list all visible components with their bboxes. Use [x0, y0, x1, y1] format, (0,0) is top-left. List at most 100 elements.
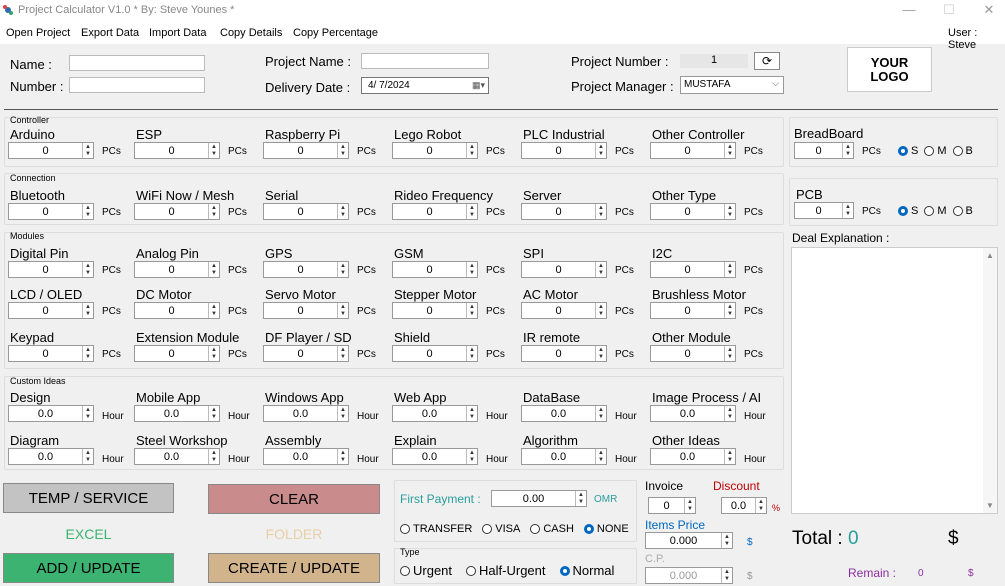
spin-arrows-icon[interactable]: ▲ ▼ [208, 262, 219, 277]
custom-r2-spinner[interactable]: 0.0 ▲ ▼ [650, 448, 736, 465]
breadboard-spinner[interactable]: 0 ▲ ▼ [794, 142, 854, 159]
modules-r2-spinner[interactable]: 0 ▲ ▼ [521, 302, 607, 319]
custom-r2-spinner[interactable]: 0.0 ▲ ▼ [521, 448, 607, 465]
menu-export-data[interactable]: Export Data [81, 27, 139, 39]
modules-r1-spinner[interactable]: 0 ▲ ▼ [650, 261, 736, 278]
modules-r2-spinner[interactable]: 0 ▲ ▼ [8, 302, 94, 319]
spin-arrows-icon[interactable]: ▲ ▼ [724, 262, 735, 277]
spin-arrows-icon[interactable]: ▲ ▼ [755, 498, 766, 513]
modules-r3-spinner[interactable]: 0 ▲ ▼ [134, 345, 220, 362]
connection-spinner[interactable]: 0 ▲ ▼ [392, 203, 478, 220]
spin-arrows-icon[interactable]: ▲ ▼ [724, 406, 735, 421]
minimize-icon[interactable]: — [899, 2, 919, 17]
first-payment-spinner[interactable]: 0.00 ▲ ▼ [491, 490, 587, 507]
radio-none[interactable]: NONE [583, 523, 629, 535]
custom-r1-spinner[interactable]: 0.0 ▲ ▼ [521, 405, 607, 422]
controller-spinner[interactable]: 0 ▲ ▼ [392, 142, 478, 159]
connection-spinner[interactable]: 0 ▲ ▼ [134, 203, 220, 220]
custom-r2-spinner[interactable]: 0.0 ▲ ▼ [392, 448, 478, 465]
custom-r2-spinner[interactable]: 0.0 ▲ ▼ [8, 448, 94, 465]
spin-arrows-icon[interactable]: ▲ ▼ [466, 204, 477, 219]
invoice-spinner[interactable]: 0 ▲ ▼ [648, 497, 696, 514]
spin-arrows-icon[interactable]: ▲ ▼ [82, 204, 93, 219]
discount-spinner[interactable]: 0.0 ▲ ▼ [721, 497, 767, 514]
modules-r3-spinner[interactable]: 0 ▲ ▼ [392, 345, 478, 362]
modules-r1-spinner[interactable]: 0 ▲ ▼ [521, 261, 607, 278]
modules-r2-spinner[interactable]: 0 ▲ ▼ [134, 302, 220, 319]
custom-r1-spinner[interactable]: 0.0 ▲ ▼ [392, 405, 478, 422]
connection-spinner[interactable]: 0 ▲ ▼ [521, 203, 607, 220]
controller-spinner[interactable]: 0 ▲ ▼ [263, 142, 349, 159]
spin-arrows-icon[interactable]: ▲ ▼ [337, 449, 348, 464]
radio-pcb-s[interactable]: S [898, 205, 918, 217]
delivery-date-picker[interactable]: 4/ 7/2024 ▦▾ [361, 77, 489, 94]
modules-r3-spinner[interactable]: 0 ▲ ▼ [650, 345, 736, 362]
spin-arrows-icon[interactable]: ▲ ▼ [721, 568, 732, 583]
create-update-button[interactable]: CREATE / UPDATE [208, 553, 380, 583]
custom-r1-spinner[interactable]: 0.0 ▲ ▼ [134, 405, 220, 422]
connection-spinner[interactable]: 0 ▲ ▼ [650, 203, 736, 220]
radio-breadboard-b[interactable]: B [952, 145, 973, 157]
spin-arrows-icon[interactable]: ▲ ▼ [721, 533, 732, 548]
spin-arrows-icon[interactable]: ▲ ▼ [337, 303, 348, 318]
refresh-icon[interactable]: ⟳ [754, 52, 780, 70]
spin-arrows-icon[interactable]: ▲ ▼ [208, 204, 219, 219]
custom-r2-spinner[interactable]: 0.0 ▲ ▼ [134, 448, 220, 465]
scrollbar[interactable]: ▲ ▼ [983, 248, 997, 513]
modules-r2-spinner[interactable]: 0 ▲ ▼ [650, 302, 736, 319]
menu-copy-details[interactable]: Copy Details [220, 27, 282, 39]
controller-spinner[interactable]: 0 ▲ ▼ [521, 142, 607, 159]
spin-arrows-icon[interactable]: ▲ ▼ [595, 303, 606, 318]
spin-arrows-icon[interactable]: ▲ ▼ [595, 143, 606, 158]
spin-arrows-icon[interactable]: ▲ ▼ [82, 262, 93, 277]
modules-r3-spinner[interactable]: 0 ▲ ▼ [8, 345, 94, 362]
menu-import-data[interactable]: Import Data [149, 27, 206, 39]
spin-arrows-icon[interactable]: ▲ ▼ [337, 204, 348, 219]
modules-r2-spinner[interactable]: 0 ▲ ▼ [263, 302, 349, 319]
spin-arrows-icon[interactable]: ▲ ▼ [208, 406, 219, 421]
radio-breadboard-s[interactable]: S [898, 145, 918, 157]
clear-button[interactable]: CLEAR [208, 484, 380, 514]
modules-r2-spinner[interactable]: 0 ▲ ▼ [392, 302, 478, 319]
pcb-spinner[interactable]: 0 ▲ ▼ [794, 202, 854, 219]
spin-arrows-icon[interactable]: ▲ ▼ [82, 449, 93, 464]
connection-spinner[interactable]: 0 ▲ ▼ [263, 203, 349, 220]
spin-arrows-icon[interactable]: ▲ ▼ [842, 203, 853, 218]
radio-transfer[interactable]: TRANSFER [400, 523, 472, 535]
spin-arrows-icon[interactable]: ▲ ▼ [466, 303, 477, 318]
spin-arrows-icon[interactable]: ▲ ▼ [575, 491, 586, 506]
folder-button[interactable]: FOLDER [208, 526, 380, 542]
spin-arrows-icon[interactable]: ▲ ▼ [208, 346, 219, 361]
radio-pcb-b[interactable]: B [952, 205, 973, 217]
spin-arrows-icon[interactable]: ▲ ▼ [724, 143, 735, 158]
spin-arrows-icon[interactable]: ▲ ▼ [724, 204, 735, 219]
modules-r3-spinner[interactable]: 0 ▲ ▼ [521, 345, 607, 362]
custom-r1-spinner[interactable]: 0.0 ▲ ▼ [8, 405, 94, 422]
spin-arrows-icon[interactable]: ▲ ▼ [595, 346, 606, 361]
project-manager-select[interactable]: MUSTAFA ⌵ [680, 76, 784, 94]
radio-normal[interactable]: Normal [559, 563, 614, 578]
menu-copy-percentage[interactable]: Copy Percentage [293, 27, 378, 39]
spin-arrows-icon[interactable]: ▲ ▼ [466, 449, 477, 464]
excel-button[interactable]: EXCEL [3, 526, 174, 542]
spin-arrows-icon[interactable]: ▲ ▼ [724, 449, 735, 464]
spin-arrows-icon[interactable]: ▲ ▼ [595, 262, 606, 277]
maximize-icon[interactable]: ☐ [939, 2, 959, 18]
connection-spinner[interactable]: 0 ▲ ▼ [8, 203, 94, 220]
spin-arrows-icon[interactable]: ▲ ▼ [208, 143, 219, 158]
custom-r1-spinner[interactable]: 0.0 ▲ ▼ [263, 405, 349, 422]
spin-arrows-icon[interactable]: ▲ ▼ [337, 406, 348, 421]
radio-visa[interactable]: VISA [482, 523, 520, 535]
spin-arrows-icon[interactable]: ▲ ▼ [595, 406, 606, 421]
spin-arrows-icon[interactable]: ▲ ▼ [208, 303, 219, 318]
controller-spinner[interactable]: 0 ▲ ▼ [134, 142, 220, 159]
spin-arrows-icon[interactable]: ▲ ▼ [337, 262, 348, 277]
spin-arrows-icon[interactable]: ▲ ▼ [82, 406, 93, 421]
custom-r2-spinner[interactable]: 0.0 ▲ ▼ [263, 448, 349, 465]
spin-arrows-icon[interactable]: ▲ ▼ [684, 498, 695, 513]
modules-r3-spinner[interactable]: 0 ▲ ▼ [263, 345, 349, 362]
controller-spinner[interactable]: 0 ▲ ▼ [650, 142, 736, 159]
cp-spinner[interactable]: 0.000 ▲ ▼ [645, 567, 733, 584]
spin-arrows-icon[interactable]: ▲ ▼ [82, 346, 93, 361]
calendar-icon[interactable]: ▦▾ [472, 80, 485, 91]
